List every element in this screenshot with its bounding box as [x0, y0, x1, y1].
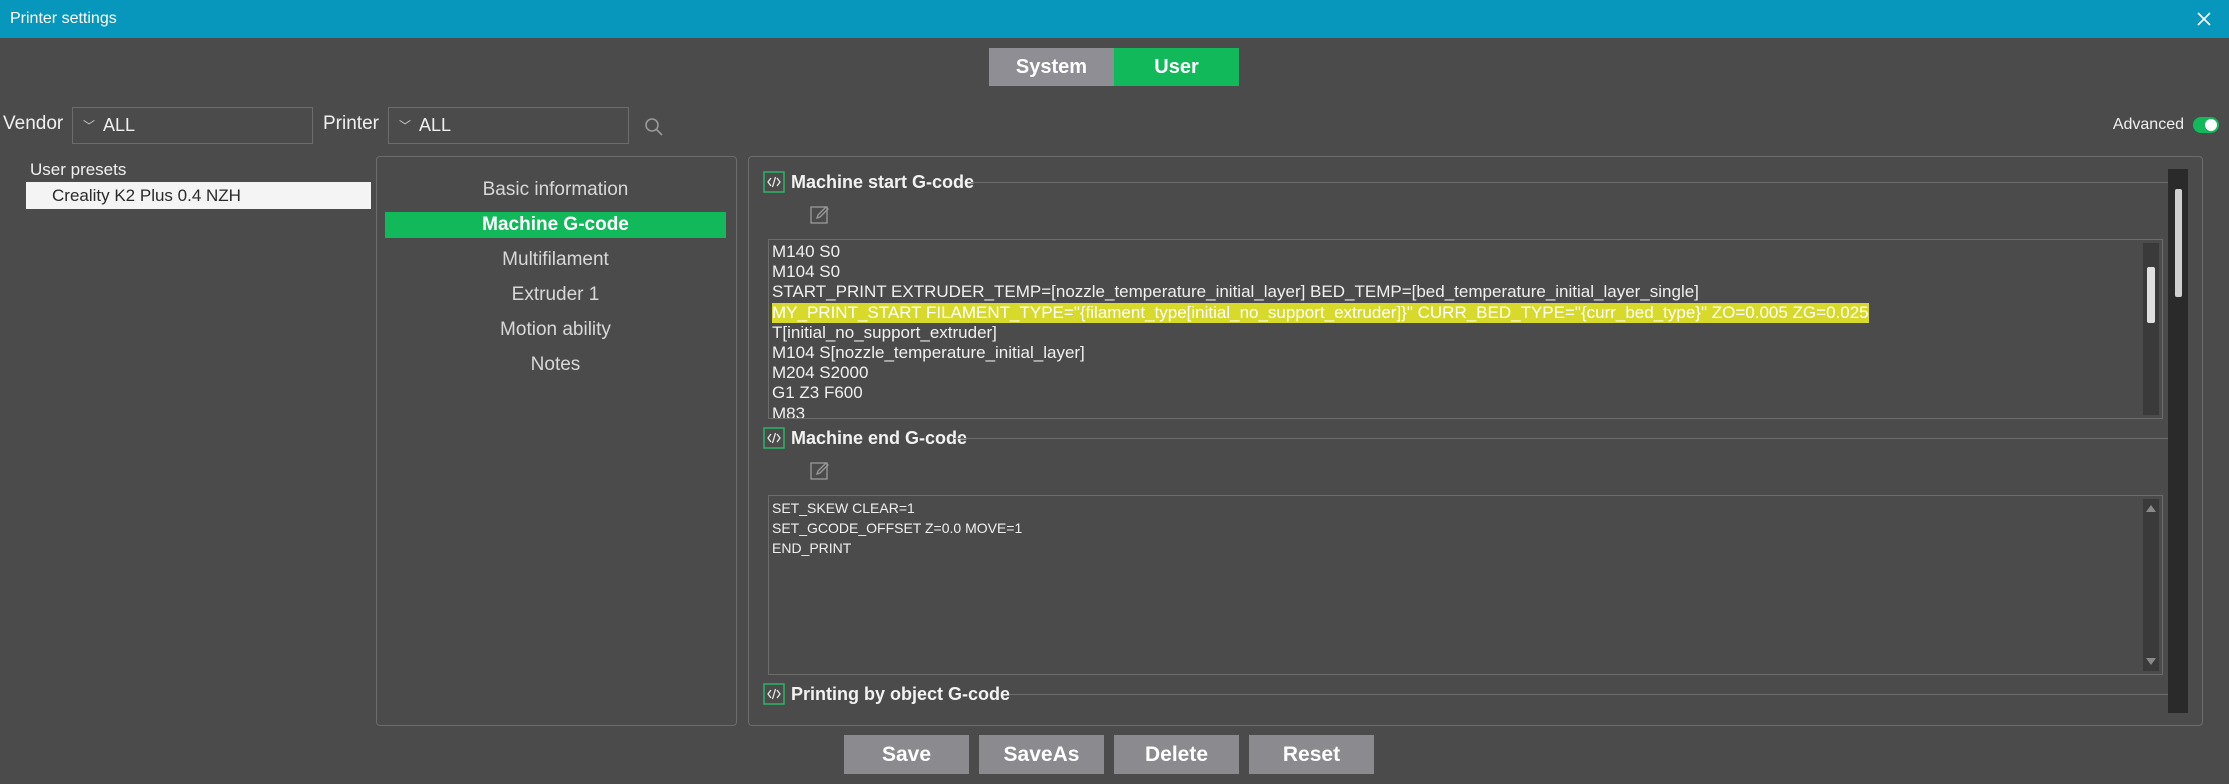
code-line: M140 S0 [772, 242, 841, 261]
end-gcode-scrollbar[interactable] [2143, 499, 2159, 671]
highlighted-code-line: MY_PRINT_START FILAMENT_TYPE="{filament_… [772, 302, 1869, 323]
chevron-down-icon: ﹀ [83, 119, 96, 133]
by-object-gcode-title: Printing by object G-code [791, 683, 1011, 704]
printer-select-value: ALL [419, 115, 452, 135]
tab-basic-information[interactable]: Basic information [385, 177, 726, 203]
close-icon [2197, 12, 2211, 26]
scrollbar-thumb[interactable] [2147, 267, 2155, 323]
vendor-select[interactable]: ﹀ ALL [72, 107, 313, 144]
section-divider [1009, 694, 2168, 695]
vendor-select-value: ALL [103, 115, 136, 135]
start-gcode-scrollbar[interactable] [2143, 243, 2159, 415]
gcode-icon [763, 427, 785, 449]
delete-button[interactable]: Delete [1114, 735, 1239, 774]
code-line: M104 S[nozzle_temperature_initial_layer] [772, 343, 1085, 363]
user-button[interactable]: User [1114, 48, 1239, 86]
code-line: M83 [772, 403, 806, 419]
start-gcode-header: Machine start G-code [763, 171, 974, 193]
scrollbar-thumb[interactable] [2175, 189, 2182, 297]
code-line: G1 Z3 F600 [772, 383, 863, 403]
presets-panel: User presets Creality K2 Plus 0.4 NZH [0, 156, 375, 726]
chevron-down-icon: ﹀ [399, 119, 412, 133]
scroll-up-arrow[interactable] [2146, 505, 2156, 512]
by-object-gcode-header: Printing by object G-code [763, 683, 1010, 705]
printer-label: Printer [323, 113, 379, 134]
content-scrollbar[interactable] [2168, 169, 2188, 713]
code-line: M204 S2000 [772, 363, 869, 383]
gcode-icon [763, 171, 785, 193]
end-gcode-header: Machine end G-code [763, 427, 967, 449]
settings-tabs: Basic information Machine G-code Multifi… [376, 156, 737, 726]
preset-item[interactable]: Creality K2 Plus 0.4 NZH [26, 182, 371, 209]
code-line: M104 S0 [772, 262, 841, 282]
start-gcode-editor[interactable]: M140 S0 M104 S0 START_PRINT EXTRUDER_TEM… [768, 239, 2163, 419]
section-divider [971, 182, 2168, 183]
end-gcode-title: Machine end G-code [791, 427, 968, 448]
tab-multifilament[interactable]: Multifilament [385, 247, 726, 273]
code-line: SET_GCODE_OFFSET Z=0.0 MOVE=1 [772, 520, 1023, 536]
code-line: SET_SKEW CLEAR=1 [772, 500, 915, 516]
reset-button[interactable]: Reset [1249, 735, 1374, 774]
end-gcode-editor[interactable]: SET_SKEW CLEAR=1 SET_GCODE_OFFSET Z=0.0 … [768, 495, 2163, 675]
edit-icon[interactable] [809, 460, 831, 482]
gcode-content: Machine start G-code M140 S0 M104 S0 STA… [748, 156, 2203, 726]
search-icon[interactable] [643, 116, 665, 138]
mode-toggle: System User [989, 48, 1239, 86]
code-line: T[initial_no_support_extruder] [772, 322, 997, 342]
vendor-label: Vendor [3, 113, 64, 134]
close-button[interactable] [2191, 6, 2217, 32]
tab-machine-gcode[interactable]: Machine G-code [385, 212, 726, 238]
tab-notes[interactable]: Notes [385, 352, 726, 378]
advanced-toggle[interactable] [2193, 117, 2219, 133]
code-line: END_PRINT [772, 540, 852, 556]
section-divider [954, 438, 2168, 439]
tab-motion-ability[interactable]: Motion ability [385, 317, 726, 343]
advanced-label: Advanced [2112, 116, 2184, 133]
save-as-button[interactable]: SaveAs [979, 735, 1104, 774]
system-button[interactable]: System [989, 48, 1114, 86]
start-gcode-title: Machine start G-code [791, 171, 975, 192]
presets-heading: User presets [30, 160, 127, 179]
title-bar: Printer settings [0, 0, 2229, 38]
scroll-down-arrow[interactable] [2146, 658, 2156, 665]
code-line: START_PRINT EXTRUDER_TEMP=[nozzle_temper… [772, 282, 1699, 302]
save-button[interactable]: Save [844, 735, 969, 774]
gcode-icon [763, 683, 785, 705]
edit-icon[interactable] [809, 204, 831, 226]
window-title: Printer settings [10, 10, 117, 27]
printer-select[interactable]: ﹀ ALL [388, 107, 629, 144]
tab-extruder-1[interactable]: Extruder 1 [385, 282, 726, 308]
